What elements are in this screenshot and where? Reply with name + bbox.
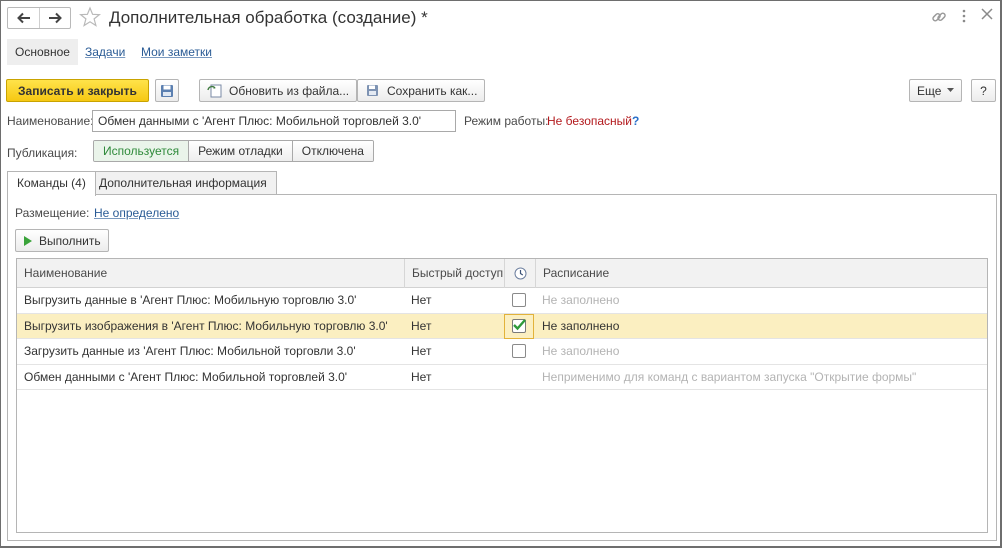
mode-value: Не безопасный	[547, 114, 632, 128]
publication-option-debug[interactable]: Режим отладки	[188, 141, 292, 161]
arrow-left-icon	[16, 12, 30, 24]
table-row[interactable]: Выгрузить изображения в 'Агент Плюс: Моб…	[17, 313, 987, 339]
placement-label: Размещение:	[15, 206, 90, 220]
window-title: Дополнительная обработка (создание) *	[109, 8, 428, 27]
publication-option-used[interactable]: Используется	[94, 141, 189, 161]
favorite-star-icon[interactable]	[78, 6, 102, 31]
column-schedule-flag-header[interactable]	[504, 259, 535, 288]
play-icon	[24, 235, 32, 246]
checkmark-icon	[513, 318, 526, 330]
save-as-button[interactable]: Сохранить как...	[357, 79, 486, 102]
name-label: Наименование:	[7, 114, 94, 128]
more-label: Еще	[917, 83, 942, 98]
cell-quick: Нет	[411, 318, 432, 333]
table-header: Наименование Быстрый доступ Расписание	[17, 259, 987, 288]
arrow-right-icon	[49, 12, 62, 24]
section-notes[interactable]: Мои заметки	[141, 39, 212, 65]
cell-schedule[interactable]: Не заполнено	[535, 288, 619, 313]
help-button[interactable]: ?	[971, 79, 996, 102]
column-schedule-header[interactable]: Расписание	[535, 259, 987, 288]
update-from-file-button[interactable]: Обновить из файла...	[199, 79, 358, 102]
disk-icon	[161, 84, 173, 97]
run-label: Выполнить	[39, 233, 101, 248]
tab-commands[interactable]: Команды (4)	[7, 171, 96, 196]
table-row[interactable]: Выгрузить данные в 'Агент Плюс: Мобильну…	[17, 288, 987, 314]
clock-icon	[514, 267, 526, 280]
caret-down-icon	[947, 88, 955, 92]
schedule-checkbox[interactable]	[512, 293, 526, 307]
column-name-header[interactable]: Наименование	[17, 259, 404, 288]
schedule-checkbox[interactable]	[512, 344, 526, 358]
close-icon[interactable]	[981, 8, 993, 23]
mode-label: Режим работы:	[464, 114, 549, 128]
column-quick-header[interactable]: Быстрый доступ	[404, 259, 504, 288]
publication-label: Публикация:	[7, 146, 78, 160]
cell-schedule[interactable]: Не заполнено	[535, 314, 619, 339]
commands-table: Наименование Быстрый доступ Расписание В…	[16, 258, 988, 533]
mode-help-link[interactable]: ?	[632, 114, 639, 128]
cell-quick: Нет	[411, 344, 432, 358]
cell-name: Обмен данными с 'Агент Плюс: Мобильной т…	[24, 369, 348, 384]
schedule-checkbox[interactable]	[512, 318, 526, 333]
table-row[interactable]: Загрузить данные из 'Агент Плюс: Мобильн…	[17, 339, 987, 365]
save-and-close-button[interactable]: Записать и закрыть	[6, 79, 149, 102]
run-button[interactable]: Выполнить	[15, 229, 109, 252]
cell-name: Выгрузить данные в 'Агент Плюс: Мобильну…	[24, 293, 357, 307]
update-from-file-label: Обновить из файла...	[229, 83, 350, 98]
tab-additional-info[interactable]: Дополнительная информация	[89, 171, 277, 195]
publication-toggle: Используется Режим отладки Отключена	[93, 140, 374, 162]
refresh-file-icon	[207, 84, 222, 97]
forward-button[interactable]	[39, 8, 70, 28]
placement-link[interactable]: Не определено	[94, 206, 179, 220]
cell-schedule[interactable]: Не заполнено	[535, 339, 619, 364]
cell-quick: Нет	[411, 369, 432, 384]
link-icon[interactable]	[931, 9, 947, 28]
form-window: Дополнительная обработка (создание) * Ос…	[0, 0, 1002, 548]
publication-option-disabled[interactable]: Отключена	[291, 141, 373, 161]
table-row[interactable]: Обмен данными с 'Агент Плюс: Мобильной т…	[17, 365, 987, 390]
cell-name: Выгрузить изображения в 'Агент Плюс: Моб…	[24, 318, 388, 333]
cell-name: Загрузить данные из 'Агент Плюс: Мобильн…	[24, 344, 356, 358]
cell-quick: Нет	[411, 293, 432, 307]
cell-schedule: Неприменимо для команд с вариантом запус…	[542, 369, 917, 384]
name-field[interactable]: Обмен данными с 'Агент Плюс: Мобильной т…	[92, 110, 456, 132]
section-main[interactable]: Основное	[7, 39, 78, 65]
section-tasks[interactable]: Задачи	[85, 39, 125, 65]
more-menu-button[interactable]: Еще	[909, 79, 963, 102]
save-button[interactable]	[155, 79, 179, 102]
save-as-icon	[367, 84, 378, 96]
save-as-label: Сохранить как...	[387, 83, 478, 98]
history-nav	[7, 7, 71, 29]
more-vertical-icon[interactable]	[961, 9, 967, 26]
back-button[interactable]	[8, 8, 39, 28]
